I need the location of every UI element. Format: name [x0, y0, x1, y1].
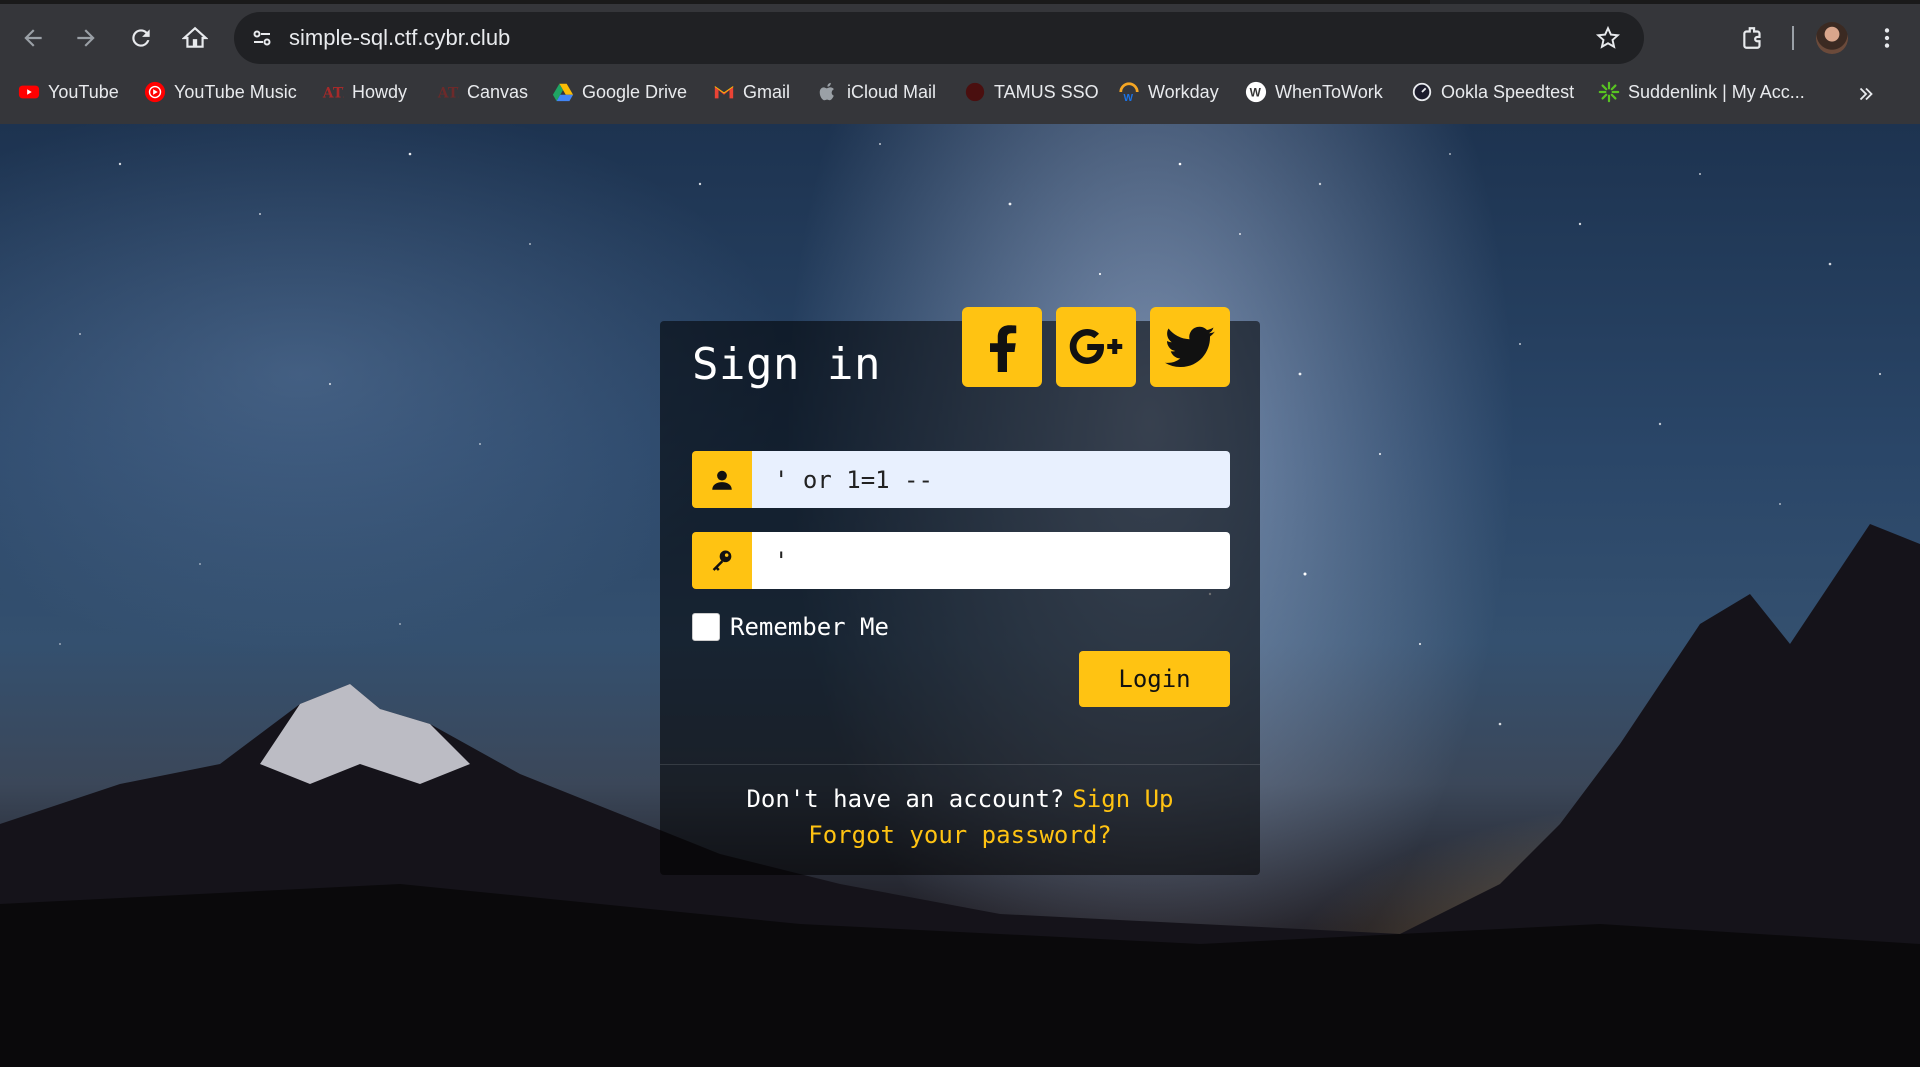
url-text[interactable]: simple-sql.ctf.cybr.club — [289, 25, 510, 51]
bookmark-workday[interactable]: W Workday — [1118, 76, 1219, 108]
remember-label: Remember Me — [730, 613, 889, 641]
youtube-music-icon — [144, 81, 166, 103]
bookmark-google-drive[interactable]: Google Drive — [552, 76, 687, 108]
youtube-icon — [18, 81, 40, 103]
back-button[interactable] — [9, 14, 57, 62]
bookmark-youtube-music[interactable]: YouTube Music — [144, 76, 297, 108]
bookmark-suddenlink[interactable]: Suddenlink | My Acc... — [1598, 76, 1805, 108]
twitter-button[interactable] — [1150, 307, 1230, 387]
facebook-button[interactable] — [962, 307, 1042, 387]
bookmark-ookla-speedtest[interactable]: Ookla Speedtest — [1411, 76, 1574, 108]
svg-text:W: W — [1250, 86, 1262, 100]
login-button[interactable]: Login — [1079, 651, 1230, 707]
bookmark-youtube[interactable]: YouTube — [18, 76, 119, 108]
reload-icon — [132, 29, 150, 47]
login-card: Sign in Remember Me Login — [660, 307, 1260, 875]
site-info-icon[interactable] — [246, 22, 278, 54]
google-drive-icon — [552, 81, 574, 103]
profile-avatar[interactable] — [1816, 22, 1848, 54]
whentowork-icon: W — [1245, 81, 1267, 103]
page-background: Sign in Remember Me Login — [0, 124, 1920, 1067]
google-plus-button[interactable] — [1056, 307, 1136, 387]
username-input[interactable] — [752, 451, 1230, 508]
password-input[interactable] — [752, 532, 1230, 589]
facebook-icon — [990, 325, 1017, 372]
signup-link[interactable]: Sign Up — [1072, 785, 1173, 813]
bookmark-whentowork[interactable]: W WhenToWork — [1245, 76, 1383, 108]
suddenlink-icon — [1598, 81, 1620, 103]
arrow-left-icon — [24, 29, 42, 47]
svg-text:ATM: ATM — [437, 86, 459, 102]
browser-toolbar: simple-sql.ctf.cybr.club YouTube YouTube… — [0, 0, 1920, 124]
bookmark-star-icon[interactable] — [1592, 22, 1624, 54]
bookmark-tamus-sso[interactable]: TAMUS SSO — [964, 76, 1099, 108]
arrow-right-icon — [77, 29, 95, 47]
home-icon — [182, 26, 208, 48]
tamu-logo-icon: ATM — [322, 81, 344, 103]
tamu-logo-icon: ATM — [437, 81, 459, 103]
page-title: Sign in — [692, 339, 881, 390]
bookmarks-bar: YouTube YouTube Music ATM Howdy ATM Canv… — [0, 76, 1920, 116]
speedtest-icon — [1411, 81, 1433, 103]
twitter-icon — [1165, 326, 1215, 368]
no-account-text: Don't have an account? — [746, 785, 1065, 813]
google-plus-icon — [1069, 329, 1123, 364]
extensions-icon[interactable] — [1729, 14, 1777, 62]
svg-text:ATM: ATM — [322, 86, 344, 102]
username-group — [692, 451, 1230, 508]
card-footer: Don't have an account? Sign Up Forgot you… — [660, 764, 1260, 875]
svg-text:W: W — [1124, 93, 1134, 103]
bookmark-howdy[interactable]: ATM Howdy — [322, 76, 407, 108]
forgot-password-link[interactable]: Forgot your password? — [660, 821, 1260, 849]
bookmark-gmail[interactable]: Gmail — [713, 76, 790, 108]
reload-button[interactable] — [117, 14, 165, 62]
apple-icon — [817, 81, 839, 103]
more-menu-icon[interactable] — [1863, 14, 1911, 62]
forward-button[interactable] — [62, 14, 110, 62]
home-button[interactable] — [171, 14, 219, 62]
key-icon — [692, 532, 752, 589]
bookmark-icloud-mail[interactable]: iCloud Mail — [817, 76, 936, 108]
remember-checkbox[interactable] — [692, 613, 720, 641]
address-bar[interactable]: simple-sql.ctf.cybr.club — [234, 12, 1644, 64]
bookmarks-overflow-icon[interactable] — [1852, 80, 1880, 108]
tamus-icon — [964, 81, 986, 103]
bookmark-canvas[interactable]: ATM Canvas — [437, 76, 528, 108]
workday-icon: W — [1118, 81, 1140, 103]
tab-strip — [0, 0, 1920, 4]
password-group — [692, 532, 1230, 589]
remember-me[interactable]: Remember Me — [692, 613, 889, 641]
toolbar-divider — [1792, 26, 1794, 50]
gmail-icon — [713, 81, 735, 103]
user-icon — [692, 451, 752, 508]
signup-prompt: Don't have an account? Sign Up — [660, 785, 1260, 813]
